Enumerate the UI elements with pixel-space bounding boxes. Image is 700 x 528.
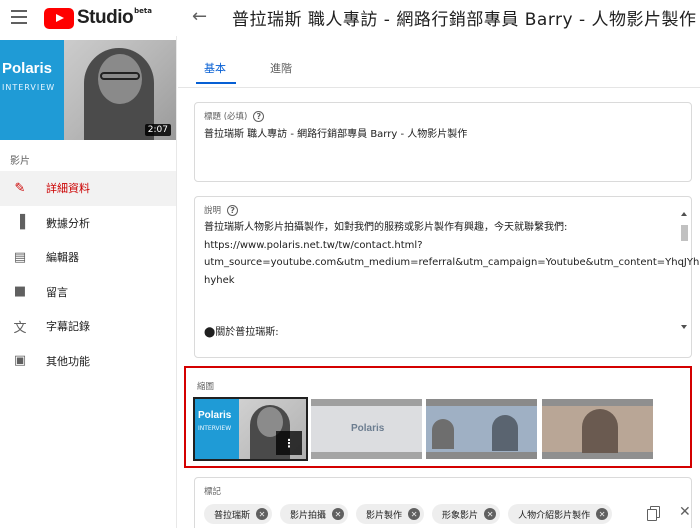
- tab-basic[interactable]: 基本: [204, 60, 226, 76]
- tab-advanced[interactable]: 進階: [270, 60, 292, 76]
- thumbnail-glasses: [100, 72, 140, 80]
- sidebar-item-analytics[interactable]: ▐ 數據分析: [0, 206, 176, 241]
- thumbnail-option-2[interactable]: Polaris: [311, 399, 422, 459]
- title-field-label: 標題 (必填): [204, 112, 248, 122]
- thumbnail-option-3[interactable]: [426, 399, 537, 459]
- description-field-label: 說明: [204, 206, 222, 216]
- sidebar-item-comments[interactable]: ■ 留言: [0, 275, 176, 310]
- description-input[interactable]: 普拉瑞斯人物影片拍攝製作，如對我們的服務或影片製作有興趣，今天就聯繫我們: ht…: [204, 219, 700, 342]
- tag-chip[interactable]: 影片製作 ✕: [356, 504, 425, 524]
- sidebar-item-other-features[interactable]: ▣ 其他功能: [0, 344, 176, 379]
- description-line: utm_source=youtube.com&utm_medium=referr…: [204, 257, 700, 268]
- tag-chip[interactable]: 人物介紹影片製作 ✕: [508, 504, 613, 524]
- scroll-down-icon[interactable]: [681, 325, 687, 329]
- thumbnail-option-1[interactable]: Polaris INTERVIEW ⋮: [193, 397, 308, 461]
- thumbnail-person: [432, 419, 454, 449]
- thumbnail-brand: Polaris: [351, 423, 385, 434]
- thumbnail-brand-sub: INTERVIEW: [2, 83, 56, 92]
- tag-chip[interactable]: 形象影片 ✕: [432, 504, 501, 524]
- tag-chip-label: 影片製作: [366, 510, 403, 521]
- copy-icon-front: [647, 509, 657, 521]
- remove-tag-icon[interactable]: ✕: [484, 508, 497, 520]
- more-features-icon: ▣: [13, 353, 27, 369]
- comment-icon: ■: [13, 284, 27, 300]
- bar-chart-icon: ▐: [15, 215, 25, 231]
- tag-chip[interactable]: 影片拍攝 ✕: [280, 504, 349, 524]
- youtube-play-icon: [44, 7, 74, 29]
- thumbnails-section: 縮圖 Polaris INTERVIEW ⋮ Polaris: [184, 366, 692, 468]
- title-field[interactable]: 標題 (必填) ? 普拉瑞斯 職人專訪 - 網路行銷部專員 Barry - 人物…: [194, 102, 692, 182]
- sidebar: Polaris INTERVIEW 2:07 影片 ✎ 詳細資料 ▐ 數據分析 …: [0, 36, 177, 528]
- sidebar-nav: ✎ 詳細資料 ▐ 數據分析 ▤ 編輯器 ■ 留言 文 字幕記錄 ▣ 其他功能: [0, 171, 176, 378]
- sidebar-item-label: 留言: [46, 285, 68, 299]
- tag-chip-label: 普拉瑞斯: [214, 510, 251, 521]
- description-line: ⬤關於普拉瑞斯:: [204, 327, 279, 338]
- duration-badge: 2:07: [144, 124, 171, 136]
- description-line: hyhek: [204, 274, 235, 286]
- description-field[interactable]: 說明 ? 普拉瑞斯人物影片拍攝製作，如對我們的服務或影片製作有興趣，今天就聯繫我…: [194, 196, 700, 358]
- beta-badge: beta: [134, 7, 152, 15]
- sidebar-item-label: 編輯器: [46, 251, 79, 265]
- thumbnail-brand-sub: INTERVIEW: [198, 425, 232, 432]
- description-scrollbar[interactable]: [680, 209, 689, 329]
- pencil-icon: ✎: [14, 180, 26, 196]
- tag-chip-label: 影片拍攝: [290, 510, 327, 521]
- scroll-thumb[interactable]: [681, 225, 688, 241]
- sidebar-item-details[interactable]: ✎ 詳細資料: [0, 171, 176, 206]
- tabs-divider: [178, 87, 700, 88]
- tag-chip-label: 人物介紹影片製作: [518, 510, 591, 521]
- more-vert-icon[interactable]: ⋮: [276, 431, 302, 455]
- tag-chips: 普拉瑞斯 ✕ 影片拍攝 ✕ 影片製作 ✕ 形象影片 ✕ 人物介紹影片製作 ✕: [204, 504, 620, 524]
- copy-icon[interactable]: [647, 506, 661, 522]
- thumbnails-label: 縮圖: [197, 382, 215, 392]
- video-thumbnail[interactable]: Polaris INTERVIEW 2:07: [0, 40, 176, 140]
- main-content: 基本 進階 標題 (必填) ? 普拉瑞斯 職人專訪 - 網路行銷部專員 Barr…: [178, 36, 700, 528]
- sidebar-item-editor[interactable]: ▤ 編輯器: [0, 240, 176, 275]
- sidebar-item-label: 字幕記錄: [46, 320, 90, 334]
- sidebar-item-label: 數據分析: [46, 216, 90, 230]
- tags-field[interactable]: 標記 普拉瑞斯 ✕ 影片拍攝 ✕ 影片製作 ✕ 形象影片 ✕ 人物介紹影片製作 …: [194, 477, 692, 528]
- scroll-up-icon[interactable]: [681, 212, 687, 216]
- remove-tag-icon[interactable]: ✕: [256, 508, 269, 520]
- clapperboard-icon: ▤: [13, 249, 27, 265]
- thumbnail-brand: Polaris: [2, 60, 53, 77]
- clear-tags-icon[interactable]: ✕: [679, 504, 691, 520]
- thumbnail-brand: Polaris: [198, 410, 232, 421]
- tags-label: 標記: [204, 487, 222, 497]
- tab-underline: [196, 82, 236, 84]
- sidebar-item-subtitles[interactable]: 文 字幕記錄: [0, 309, 176, 344]
- tag-chip[interactable]: 普拉瑞斯 ✕: [204, 504, 273, 524]
- tab-bar: 基本 進階: [178, 56, 700, 84]
- description-line: 普拉瑞斯人物影片拍攝製作，如對我們的服務或影片製作有興趣，今天就聯繫我們:: [204, 222, 568, 233]
- thumbnail-person: [582, 409, 618, 453]
- remove-tag-icon[interactable]: ✕: [596, 508, 609, 520]
- description-line: [204, 289, 674, 307]
- title-input[interactable]: 普拉瑞斯 職人專訪 - 網路行銷部專員 Barry - 人物影片製作: [204, 125, 467, 140]
- title-field-label-row: 標題 (必填) ?: [204, 110, 265, 122]
- thumbnail-person: [492, 415, 518, 451]
- description-field-label-row: 說明 ?: [204, 204, 239, 216]
- remove-tag-icon[interactable]: ✕: [332, 508, 345, 520]
- description-line: [204, 307, 674, 325]
- top-bar: Studio beta ← 普拉瑞斯 職人專訪 - 網路行銷部專員 Barry …: [0, 0, 700, 36]
- youtube-studio-logo[interactable]: Studio beta: [44, 7, 152, 29]
- sidebar-item-label: 其他功能: [46, 354, 90, 368]
- description-line: https://www.polaris.net.tw/tw/contact.ht…: [204, 239, 423, 251]
- thumbnail-option-4[interactable]: [542, 399, 653, 459]
- logo-text: Studio: [77, 7, 134, 28]
- translate-icon: 文: [13, 320, 27, 336]
- tag-chip-label: 形象影片: [442, 510, 479, 521]
- help-icon[interactable]: ?: [227, 204, 239, 216]
- help-icon[interactable]: ?: [253, 110, 265, 122]
- sidebar-section-label: 影片: [10, 156, 30, 167]
- arrow-left-icon[interactable]: ←: [192, 6, 207, 27]
- remove-tag-icon[interactable]: ✕: [408, 508, 421, 520]
- page-title: 普拉瑞斯 職人專訪 - 網路行銷部專員 Barry - 人物影片製作: [232, 10, 697, 30]
- menu-icon[interactable]: [11, 10, 27, 24]
- sidebar-item-label: 詳細資料: [46, 182, 90, 196]
